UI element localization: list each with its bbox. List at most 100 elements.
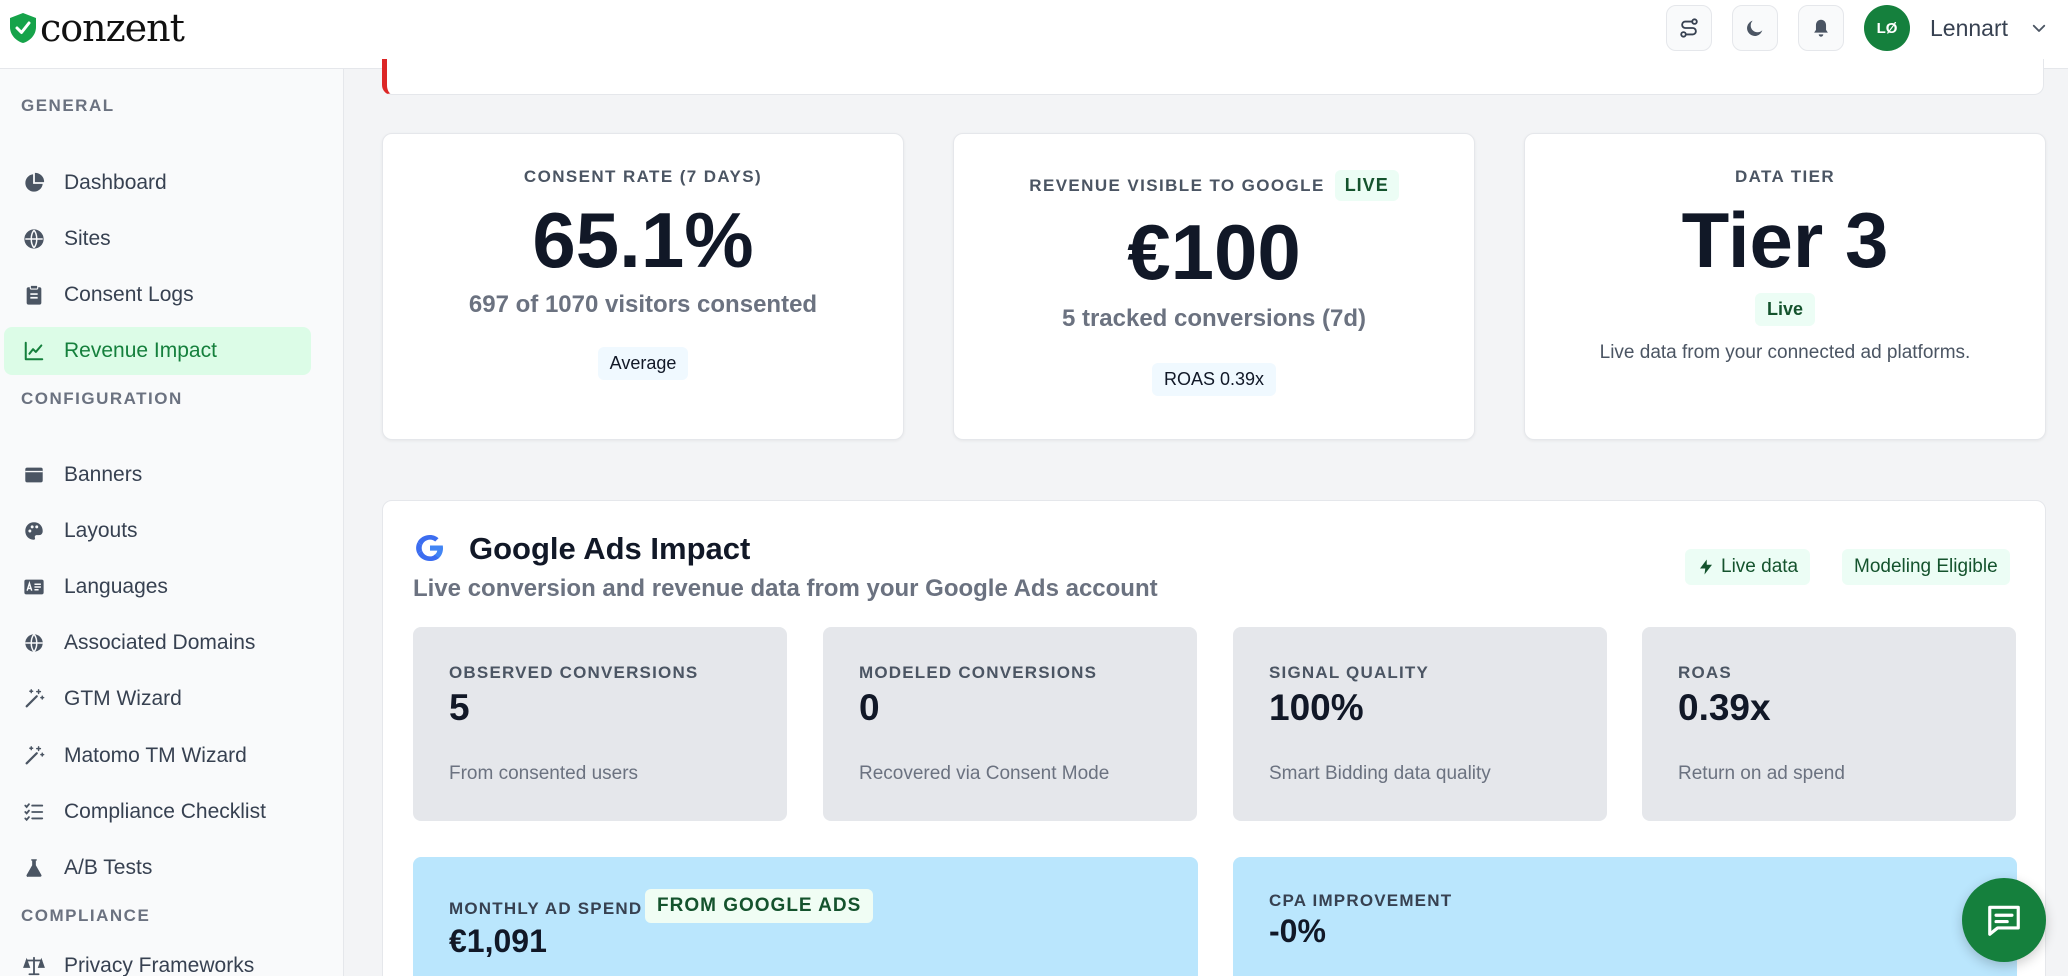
shield-check-icon <box>10 13 36 43</box>
kpi-value: Tier 3 <box>1681 196 1889 284</box>
sidebar-item-label: Layouts <box>64 519 138 542</box>
sidebar-item-languages[interactable]: Languages <box>4 563 311 611</box>
metric-card-observed-conversions: OBSERVED CONVERSIONS 5 From consented us… <box>413 627 787 821</box>
user-name[interactable]: Lennart <box>1930 15 2008 42</box>
card-value: -0% <box>1269 913 1326 949</box>
sidebar-item-label: Matomo TM Wizard <box>64 744 247 767</box>
tier-description: Live data from your connected ad platfor… <box>1599 342 1971 363</box>
sidebar-item-label: Sites <box>64 227 111 250</box>
section-title-general: GENERAL <box>21 96 115 115</box>
metric-card-modeled-conversions: MODELED CONVERSIONS 0 Recovered via Cons… <box>823 627 1197 821</box>
sidebar-item-label: Banners <box>64 463 143 486</box>
sidebar-item-associated-domains[interactable]: Associated Domains <box>4 619 311 667</box>
route-button[interactable] <box>1665 5 1712 51</box>
sidebar-item-label: Dashboard <box>64 171 167 194</box>
sidebar-item-label: GTM Wizard <box>64 687 182 710</box>
metric-label: OBSERVED CONVERSIONS <box>449 663 699 682</box>
metric-description: Recovered via Consent Mode <box>859 763 1110 784</box>
kpi-label: CONSENT RATE (7 DAYS) <box>523 167 763 186</box>
sidebar-item-label: Languages <box>64 575 168 598</box>
metric-value: 0 <box>859 687 880 728</box>
sidebar-item-label: Privacy Frameworks <box>64 954 255 976</box>
tier-badge: Live <box>1754 293 1816 326</box>
sidebar-item-label: Associated Domains <box>64 631 256 654</box>
cpa-improvement-card: CPA IMPROVEMENT -0% <box>1233 857 2017 976</box>
moon-icon <box>1747 20 1763 36</box>
trend-chart-icon <box>22 339 46 363</box>
metric-card-signal-quality: SIGNAL QUALITY 100% Smart Bidding data q… <box>1233 627 1607 821</box>
tag-label: Modeling Eligible <box>1854 556 1998 577</box>
revenue-visible-card: REVENUE VISIBLE TO GOOGLE LIVE €100 5 tr… <box>953 133 1475 440</box>
section-title-compliance: COMPLIANCE <box>21 906 151 925</box>
sidebar-item-revenue-impact[interactable]: Revenue Impact <box>4 327 311 375</box>
monthly-ad-spend-card: MONTHLY AD SPEND FROM GOOGLE ADS €1,091 <box>413 857 1198 976</box>
sidebar-item-label: Compliance Checklist <box>64 800 266 823</box>
language-card-icon <box>22 575 46 599</box>
window-icon <box>22 463 46 487</box>
chevron-down-icon[interactable] <box>2030 19 2048 37</box>
metric-value: 5 <box>449 687 470 728</box>
sidebar-item-privacy-frameworks[interactable]: Privacy Frameworks <box>4 942 311 976</box>
status-badge: Average <box>597 347 689 380</box>
card-label: MONTHLY AD SPEND <box>449 899 643 918</box>
data-tier-card: DATA TIER Tier 3 Live Live data from you… <box>1524 133 2046 440</box>
sidebar-item-sites[interactable]: Sites <box>4 215 311 263</box>
lightning-icon <box>1700 559 1712 575</box>
source-badge: FROM GOOGLE ADS <box>645 889 874 923</box>
chat-icon <box>1988 905 2020 936</box>
sidebar-item-label: A/B Tests <box>64 856 153 879</box>
kpi-label: DATA TIER <box>1734 167 1836 186</box>
section-subtitle: Live conversion and revenue data from yo… <box>413 575 1158 602</box>
kpi-value: 65.1% <box>532 196 754 284</box>
sidebar-item-label: Revenue Impact <box>64 339 217 362</box>
app-logo[interactable]: conzent <box>8 6 185 50</box>
magic-wand-icon <box>22 687 46 711</box>
scales-icon <box>22 954 46 976</box>
roas-badge: ROAS 0.39x <box>1151 363 1277 396</box>
metric-label: MODELED CONVERSIONS <box>859 663 1098 682</box>
theme-toggle-button[interactable] <box>1731 5 1778 51</box>
modeling-eligible-tag: Modeling Eligible <box>1842 549 2010 585</box>
globe-icon <box>22 227 46 251</box>
sidebar: GENERAL Dashboard Sites Consent Logs Rev… <box>0 69 344 976</box>
magic-wand-icon <box>22 744 46 768</box>
bell-icon <box>1814 19 1828 37</box>
kpi-subtext: 5 tracked conversions (7d) <box>1061 305 1367 332</box>
kpi-value: €100 <box>1127 208 1301 296</box>
sidebar-item-banners[interactable]: Banners <box>4 451 311 499</box>
palette-icon <box>22 519 46 543</box>
metric-label: SIGNAL QUALITY <box>1269 663 1430 682</box>
tag-label: Live data <box>1721 556 1799 577</box>
sidebar-item-layouts[interactable]: Layouts <box>4 507 311 555</box>
metric-label: ROAS <box>1678 663 1732 682</box>
chat-button[interactable] <box>1962 878 2046 962</box>
sidebar-item-consent-logs[interactable]: Consent Logs <box>4 271 311 319</box>
live-data-tag: Live data <box>1685 549 1811 585</box>
metric-description: Return on ad spend <box>1678 763 1845 784</box>
globe-icon <box>22 631 46 655</box>
header-actions: LØ Lennart <box>1665 4 2048 52</box>
sidebar-item-dashboard[interactable]: Dashboard <box>4 159 311 207</box>
card-value: €1,091 <box>449 923 547 959</box>
metric-description: Smart Bidding data quality <box>1269 763 1491 784</box>
checklist-icon <box>22 800 46 824</box>
consent-rate-card: CONSENT RATE (7 DAYS) 65.1% 697 of 1070 … <box>382 133 904 440</box>
card-label: CPA IMPROVEMENT <box>1269 891 1453 910</box>
alert-banner <box>382 59 2044 95</box>
main-content: CONSENT RATE (7 DAYS) 65.1% 697 of 1070 … <box>344 59 2068 976</box>
avatar[interactable]: LØ <box>1863 5 1910 51</box>
section-title: Google Ads Impact <box>469 531 751 566</box>
metric-description: From consented users <box>449 763 639 784</box>
logo-wordmark: conzent <box>40 6 185 50</box>
metric-card-roas: ROAS 0.39x Return on ad spend <box>1642 627 2016 821</box>
sidebar-item-compliance-checklist[interactable]: Compliance Checklist <box>4 788 311 836</box>
sidebar-item-gtm-wizard[interactable]: GTM Wizard <box>4 675 311 723</box>
metric-value: 0.39x <box>1678 687 1771 728</box>
route-icon <box>1680 18 1698 38</box>
clipboard-icon <box>22 283 46 307</box>
pie-chart-icon <box>22 171 46 195</box>
sidebar-item-matomo-tm-wizard[interactable]: Matomo TM Wizard <box>4 732 311 780</box>
sidebar-item-ab-tests[interactable]: A/B Tests <box>4 844 311 892</box>
flask-icon <box>22 856 46 880</box>
notifications-button[interactable] <box>1797 5 1844 51</box>
